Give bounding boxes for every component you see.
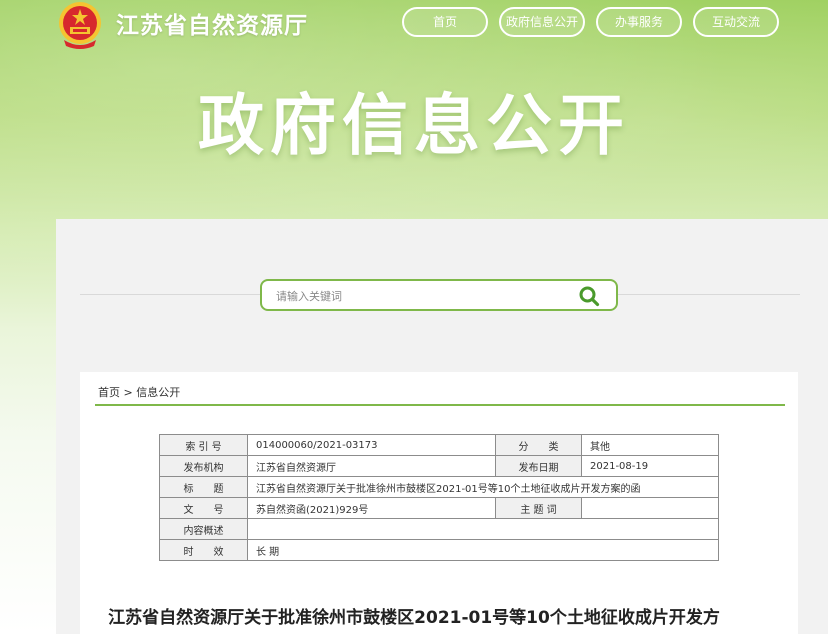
meta-value: 2021-08-19 [581,455,719,477]
hero-title: 政府信息公开 [198,87,630,164]
meta-row-publisher: 发布机构 江苏省自然资源厅 发布日期 2021-08-19 [159,455,719,477]
meta-row-docno: 文 号 苏自然资函(2021)929号 主 题 词 [159,497,719,519]
meta-label: 内容概述 [159,518,248,540]
meta-table: 索 引 号 014000060/2021-03173 分 类 其他 发布机构 江… [159,434,719,561]
meta-label: 文 号 [159,497,248,519]
meta-label: 发布日期 [495,455,582,477]
breadcrumb: 首页 > 信息公开 [98,384,180,400]
meta-row-title: 标 题 江苏省自然资源厅关于批准徐州市鼓楼区2021-01号等10个土地征收成片… [159,476,719,498]
search-icon[interactable] [578,285,600,307]
meta-label: 发布机构 [159,455,248,477]
meta-value [247,518,719,540]
breadcrumb-home-link[interactable]: 首页 [98,386,120,399]
meta-label: 时 效 [159,539,248,561]
site-name: 江苏省自然资源厅 [116,13,308,39]
meta-value: 其他 [581,434,719,456]
search-input[interactable] [274,284,568,308]
meta-value [581,497,719,519]
meta-value: 江苏省自然资源厅 [247,455,496,477]
meta-row-summary: 内容概述 [159,518,719,540]
meta-value: 苏自然资函(2021)929号 [247,497,496,519]
breadcrumb-separator: > [120,386,137,399]
meta-label: 索 引 号 [159,434,248,456]
national-emblem-icon [59,2,101,49]
meta-value: 长 期 [247,539,719,561]
nav-home-button[interactable]: 首页 [402,7,488,37]
breadcrumb-underline [95,404,785,406]
nav-interaction-button[interactable]: 互动交流 [693,7,779,37]
meta-label: 主 题 词 [495,497,582,519]
meta-row-index: 索 引 号 014000060/2021-03173 分 类 其他 [159,434,719,456]
meta-label: 标 题 [159,476,248,498]
meta-label: 分 类 [495,434,582,456]
meta-row-validity: 时 效 长 期 [159,539,719,561]
article-title: 江苏省自然资源厅关于批准徐州市鼓楼区2021-01号等10个土地征收成片开发方 [108,608,720,628]
meta-value: 014000060/2021-03173 [247,434,496,456]
search-box [260,279,618,311]
breadcrumb-current-link[interactable]: 信息公开 [136,386,180,399]
meta-value: 江苏省自然资源厅关于批准徐州市鼓楼区2021-01号等10个土地征收成片开发方案… [247,476,719,498]
nav-gov-info-button[interactable]: 政府信息公开 [499,7,585,37]
nav-services-button[interactable]: 办事服务 [596,7,682,37]
